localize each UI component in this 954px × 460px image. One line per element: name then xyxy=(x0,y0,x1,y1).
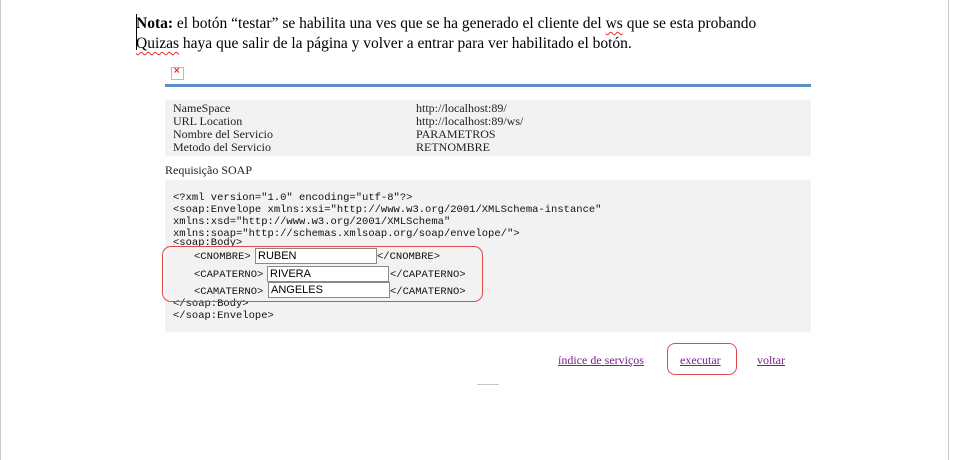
divider-mark xyxy=(477,384,499,385)
text-cursor xyxy=(136,14,137,50)
note-line-1: Nota: el botón “testar” se habilita una … xyxy=(136,14,756,34)
soap-envelope-close: </soap:Envelope> xyxy=(173,310,274,322)
service-index-link[interactable]: índice de serviços xyxy=(558,353,644,368)
soap-request-heading: Requisição SOAP xyxy=(165,163,252,177)
header-divider-bar xyxy=(165,84,811,87)
note-text-1a: el botón “testar” se habilita una ves qu… xyxy=(173,15,606,32)
broken-image-icon: × xyxy=(171,66,184,80)
soap-xml-declaration: <?xml version="1.0" encoding="utf-8"?> xyxy=(173,192,413,204)
soap-envelope-open: <soap:Envelope xmlns:xsi="http://www.w3.… xyxy=(173,204,602,216)
note-word-ws: ws xyxy=(605,15,623,32)
info-row-service-method: Metodo del Servicio RETNOMBRE xyxy=(173,140,490,154)
note-text-2: haya que salir de la página y volver a e… xyxy=(179,35,632,52)
note-line-2: Quizas haya que salir de la página y vol… xyxy=(136,34,756,54)
service-info-panel: NameSpace http://localhost:89/ URL Locat… xyxy=(165,100,811,156)
info-value: RETNOMBRE xyxy=(416,140,491,154)
note-bold-label: Nota: xyxy=(136,15,174,32)
back-link[interactable]: voltar xyxy=(757,353,785,368)
page-left-edge xyxy=(0,0,1,460)
note-word-quizas: Quizas xyxy=(136,35,180,52)
highlight-outline-execute xyxy=(667,343,737,375)
info-label: Metodo del Servicio xyxy=(173,140,271,154)
highlight-outline-fields xyxy=(162,246,483,302)
info-label: Nombre del Servicio xyxy=(173,127,273,141)
note-text-1b: que se esta probando xyxy=(622,15,757,32)
info-label: URL Location xyxy=(173,114,243,128)
info-label: NameSpace xyxy=(173,101,231,115)
note-paragraph: Nota: el botón “testar” se habilita una … xyxy=(136,14,756,54)
soap-xmlns-xsd: xmlns:xsd="http://www.w3.org/2001/XMLSch… xyxy=(173,216,451,228)
page-right-edge xyxy=(948,0,949,460)
